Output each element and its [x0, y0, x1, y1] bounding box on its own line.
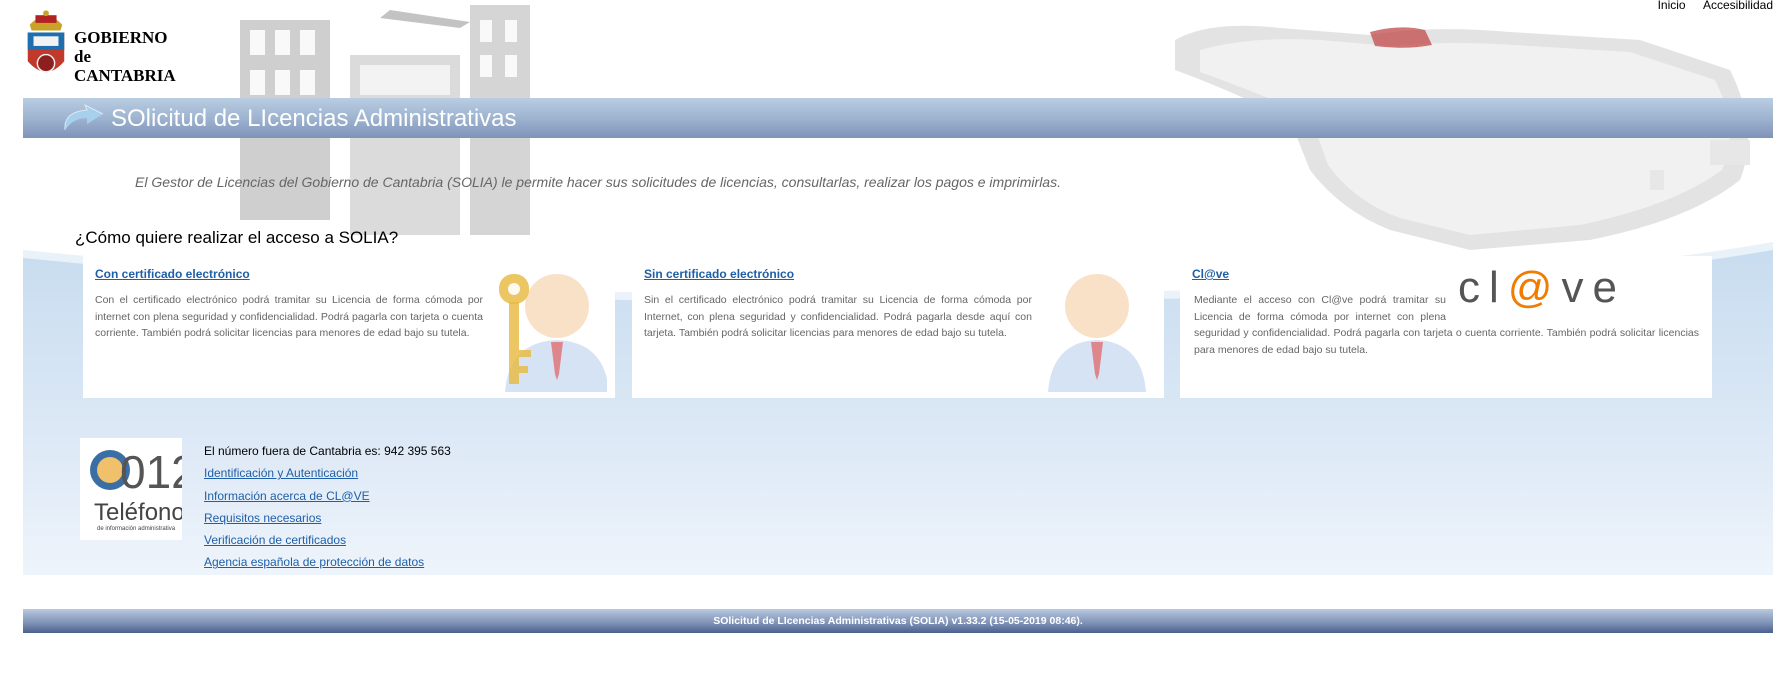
with-certificate-link[interactable]: Con certificado electrónico — [95, 267, 250, 281]
title-bar: SOlicitud de LIcencias Administrativas — [23, 98, 1773, 138]
without-certificate-text: Sin el certificado electrónico podrá tra… — [644, 294, 1032, 339]
access-question: ¿Cómo quiere realizar el acceso a SOLIA? — [75, 228, 399, 247]
clave-text: cl@ve Mediante el acceso con Cl@ve podrá… — [1194, 263, 1699, 358]
user-icon — [1048, 274, 1146, 392]
without-certificate-link[interactable]: Sin certificado electrónico — [644, 267, 794, 281]
requirements-link[interactable]: Requisitos necesarios — [204, 507, 451, 529]
data-protection-link[interactable]: Agencia española de protección de datos — [204, 551, 451, 573]
svg-text:de información administrativa: de información administrativa — [97, 526, 176, 532]
identification-link[interactable]: Identificación y Autenticación — [204, 462, 451, 484]
card-without-certificate: Sin certificado electrónico Sin el certi… — [632, 256, 1164, 398]
info-links: El número fuera de Cantabria es: 942 395… — [204, 440, 451, 574]
home-link[interactable]: Inicio — [1658, 0, 1686, 12]
clave-info-link[interactable]: Información acerca de CL@VE — [204, 485, 451, 507]
card-clave: Cl@ve cl@ve Mediante el acceso con Cl@ve… — [1180, 256, 1712, 398]
swoosh-icon — [64, 104, 104, 131]
header: GOBIERNO de CANTABRIA Inicio Accesibilid… — [0, 0, 1791, 100]
clave-link[interactable]: Cl@ve — [1192, 267, 1229, 281]
footer-bar: SOlicitud de LIcencias Administrativas (… — [23, 609, 1773, 633]
phone-012-logo: 012 Teléfono de información administrati… — [80, 438, 197, 540]
clave-logo-text: cl@ve — [1458, 263, 1626, 312]
card-with-certificate: Con certificado electrónico Con el certi… — [83, 256, 615, 398]
clave-logo: cl@ve — [1458, 263, 1626, 312]
top-links: Inicio Accesibilidad — [1644, 0, 1773, 12]
with-certificate-text: Con el certificado electrónico podrá tra… — [95, 294, 483, 339]
coat-of-arms-icon — [27, 10, 65, 73]
phone-012-icon: 012 Teléfono de información administrati… — [90, 446, 197, 532]
user-key-icon — [499, 274, 607, 392]
phone-number-text: El número fuera de Cantabria es: 942 395… — [204, 444, 451, 458]
government-logo-text: GOBIERNO de CANTABRIA — [74, 28, 176, 85]
page: GOBIERNO de CANTABRIA Inicio Accesibilid… — [0, 0, 1791, 699]
certificate-verification-link[interactable]: Verificación de certificados — [204, 529, 451, 551]
svg-text:012: 012 — [120, 446, 182, 498]
version-text: SOlicitud de LIcencias Administrativas (… — [713, 615, 1083, 627]
page-title: SOlicitud de LIcencias Administrativas — [111, 105, 517, 132]
intro-text: El Gestor de Licencias del Gobierno de C… — [135, 174, 1061, 190]
accessibility-link[interactable]: Accesibilidad — [1703, 0, 1773, 12]
svg-text:Teléfono: Teléfono — [94, 499, 182, 526]
